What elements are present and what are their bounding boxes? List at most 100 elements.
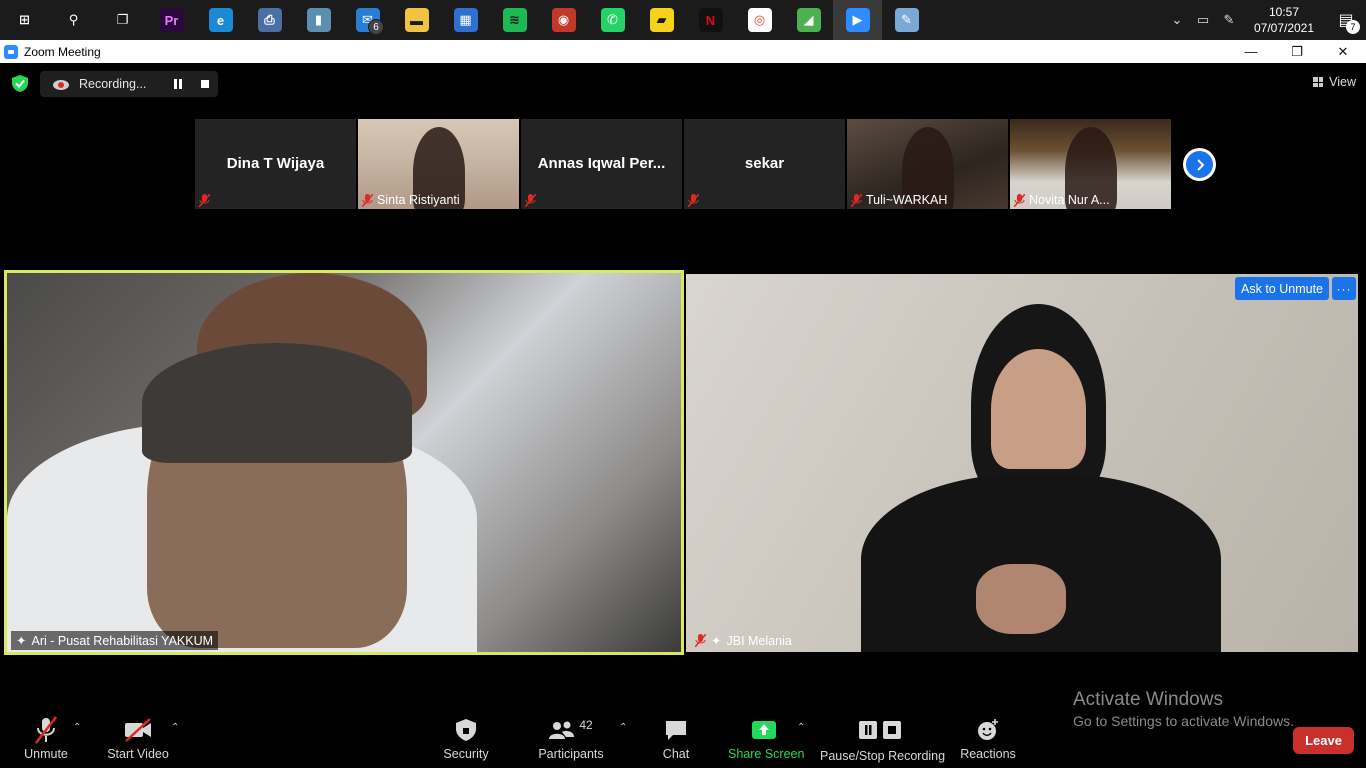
pause-stop-label: Pause/Stop Recording bbox=[820, 749, 946, 763]
security-button[interactable]: Security bbox=[441, 716, 491, 761]
muted-mic-icon bbox=[851, 193, 862, 207]
reactions-button[interactable]: Reactions bbox=[960, 716, 1016, 761]
chevron-up-icon[interactable]: ⌄ bbox=[1164, 0, 1190, 40]
notification-center-button[interactable]: ▤ 7 bbox=[1326, 0, 1366, 40]
more-options-button[interactable]: ··· bbox=[1332, 277, 1356, 300]
chat-icon bbox=[660, 716, 692, 744]
taskbar-netflix-button[interactable]: N bbox=[686, 0, 735, 40]
share-screen-label: Share Screen bbox=[728, 747, 805, 761]
search-icon: ⚲ bbox=[68, 12, 79, 27]
taskbar-windows-start-button[interactable]: ⊞ bbox=[0, 0, 49, 40]
participant-thumbnail[interactable]: Tuli~WARKAH bbox=[847, 119, 1008, 209]
taskbar-app-red-button[interactable]: ◉ bbox=[539, 0, 588, 40]
taskbar-premiere-pro-button[interactable]: Pr bbox=[147, 0, 196, 40]
system-clock[interactable]: 10:57 07/07/2021 bbox=[1242, 4, 1326, 36]
minimize-button[interactable]: — bbox=[1228, 40, 1274, 63]
share-options-caret[interactable]: ⌃ bbox=[797, 722, 805, 733]
pause-stop-icon bbox=[820, 716, 942, 744]
taskbar-store-button[interactable]: ▦ bbox=[441, 0, 490, 40]
encryption-shield-icon[interactable] bbox=[12, 75, 28, 92]
unmute-button[interactable]: Unmute bbox=[20, 716, 72, 761]
ask-to-unmute-button[interactable]: Ask to Unmute bbox=[1235, 277, 1329, 300]
app-red-icon: ◉ bbox=[551, 8, 576, 32]
taskbar-paint-button[interactable]: ✎ bbox=[882, 0, 931, 40]
security-shield-icon bbox=[441, 716, 491, 744]
taskbar-apps: ⊞ ⚲ ❐ Pr e ⎙ ▮ ✉ 6 ▬ ▦ ≋ ◉ ✆ ▰ N ◎ ◢ ▶ ✎ bbox=[0, 0, 931, 40]
taskbar-search-button[interactable]: ⚲ bbox=[49, 0, 98, 40]
person-figure bbox=[976, 564, 1066, 634]
taskbar-whatsapp-button[interactable]: ✆ bbox=[588, 0, 637, 40]
taskbar-network-app-button[interactable]: ⎙ bbox=[245, 0, 294, 40]
task-view-icon: ❐ bbox=[116, 12, 129, 27]
window-titlebar: Zoom Meeting — ❐ ✕ bbox=[0, 40, 1366, 63]
chat-button[interactable]: Chat bbox=[660, 716, 692, 761]
taskbar-sticky-notes-button[interactable]: ▰ bbox=[637, 0, 686, 40]
participant-label bbox=[525, 194, 536, 207]
taskbar-edge-button[interactable]: e bbox=[196, 0, 245, 40]
notification-count: 7 bbox=[1346, 20, 1360, 34]
leave-button[interactable]: Leave bbox=[1293, 727, 1354, 754]
taskbar-mail-button[interactable]: ✉ 6 bbox=[343, 0, 392, 40]
muted-mic-icon bbox=[1014, 193, 1025, 207]
next-page-button[interactable] bbox=[1183, 148, 1216, 181]
share-screen-button[interactable]: Share Screen bbox=[728, 716, 805, 761]
pen-icon[interactable]: ✎ bbox=[1216, 0, 1242, 40]
participant-thumbnail[interactable]: Sinta Ristiyanti bbox=[358, 119, 519, 209]
edge-icon: e bbox=[208, 8, 233, 32]
participant-name-label: ✦ JBI Melania bbox=[690, 631, 797, 650]
taskbar-app-green-button[interactable]: ◢ bbox=[784, 0, 833, 40]
participant-label: Sinta Ristiyanti bbox=[362, 193, 460, 207]
meeting-toolbar: Unmute ⌃ Start Video ⌃ Security 42 Parti… bbox=[0, 708, 1366, 768]
view-label: View bbox=[1329, 75, 1356, 89]
participant-name: Ari - Pusat Rehabilitasi YAKKUM bbox=[31, 633, 214, 648]
pause-recording-icon[interactable] bbox=[174, 79, 182, 89]
participants-options-caret[interactable]: ⌃ bbox=[619, 722, 627, 733]
participants-button[interactable]: 42 Participants bbox=[538, 716, 604, 761]
taskbar-zoom-button[interactable]: ▶ bbox=[833, 0, 882, 40]
video-tile-participant[interactable]: Ask to Unmute ··· ✦ JBI Melania bbox=[686, 274, 1358, 652]
video-options-caret[interactable]: ⌃ bbox=[171, 722, 179, 733]
start-video-label: Start Video bbox=[107, 747, 169, 761]
participant-label: Novita Nur A... bbox=[1014, 193, 1110, 207]
unmute-label: Unmute bbox=[24, 747, 68, 761]
security-label: Security bbox=[443, 747, 489, 761]
windows-start-icon: ⊞ bbox=[19, 12, 30, 27]
meeting-area: Recording... View Dina T Wijaya Sinta Ris… bbox=[0, 63, 1366, 768]
chrome-icon: ◎ bbox=[747, 8, 772, 32]
battery-icon[interactable]: ▭ bbox=[1190, 0, 1216, 40]
clock-time: 10:57 bbox=[1268, 5, 1300, 19]
window-controls: — ❐ ✕ bbox=[1228, 40, 1366, 63]
sticky-notes-icon: ▰ bbox=[649, 8, 674, 32]
spotify-icon: ≋ bbox=[502, 8, 527, 32]
unread-count-badge: 6 bbox=[368, 19, 384, 35]
muted-mic-icon bbox=[20, 716, 72, 744]
participant-label: Tuli~WARKAH bbox=[851, 193, 947, 207]
close-button[interactable]: ✕ bbox=[1320, 40, 1366, 63]
participant-thumbnail[interactable]: Novita Nur A... bbox=[1010, 119, 1171, 209]
muted-mic-icon bbox=[362, 193, 373, 207]
taskbar-chrome-button[interactable]: ◎ bbox=[735, 0, 784, 40]
paint-icon: ✎ bbox=[894, 8, 919, 32]
start-video-button[interactable]: Start Video bbox=[106, 716, 170, 761]
audio-options-caret[interactable]: ⌃ bbox=[73, 722, 81, 733]
participant-thumbnail[interactable]: Dina T Wijaya bbox=[195, 119, 356, 209]
participant-name: JBI Melania bbox=[726, 633, 792, 648]
participant-thumbnail[interactable]: sekar bbox=[684, 119, 845, 209]
pin-icon: ✦ bbox=[711, 634, 722, 648]
recording-indicator: Recording... bbox=[40, 71, 218, 97]
pin-icon: ✦ bbox=[16, 634, 27, 648]
taskbar-spotify-button[interactable]: ≋ bbox=[490, 0, 539, 40]
video-tile-active-speaker[interactable]: ✦ Ari - Pusat Rehabilitasi YAKKUM bbox=[4, 270, 684, 655]
stop-recording-icon[interactable] bbox=[201, 80, 209, 88]
whatsapp-icon: ✆ bbox=[600, 8, 625, 32]
pause-stop-recording-button[interactable]: Pause/Stop Recording bbox=[820, 716, 946, 763]
taskbar-task-view-button[interactable]: ❐ bbox=[98, 0, 147, 40]
restore-button[interactable]: ❐ bbox=[1274, 40, 1320, 63]
taskbar-notes-app-button[interactable]: ▮ bbox=[294, 0, 343, 40]
taskbar-file-explorer-button[interactable]: ▬ bbox=[392, 0, 441, 40]
muted-mic-icon bbox=[695, 634, 706, 647]
reactions-label: Reactions bbox=[960, 747, 1016, 761]
view-button[interactable]: View bbox=[1313, 75, 1356, 89]
participants-icon: 42 bbox=[538, 716, 604, 744]
participant-thumbnail[interactable]: Annas Iqwal Per... bbox=[521, 119, 682, 209]
